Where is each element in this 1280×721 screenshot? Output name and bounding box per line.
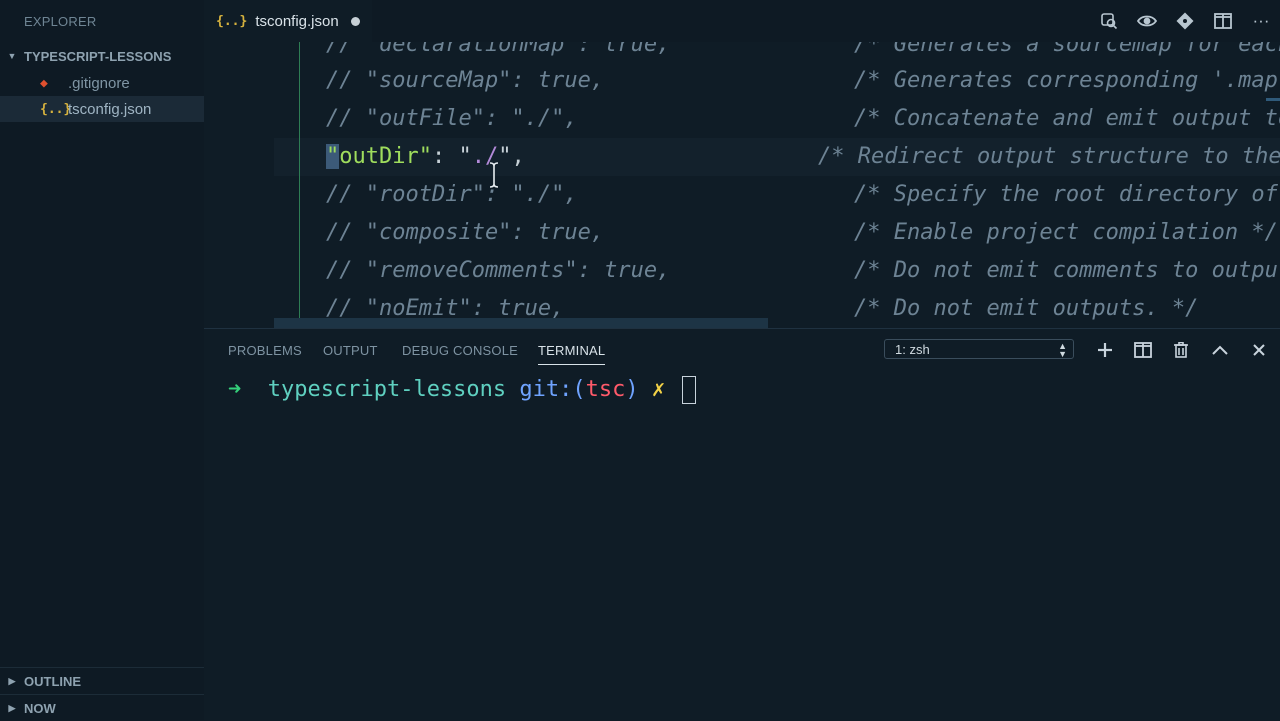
open-changes-icon[interactable]: [1090, 0, 1128, 42]
file-label: .gitignore: [68, 74, 130, 92]
code-line: // "sourceMap": true,: [326, 68, 605, 93]
code-line: // "removeComments": true,: [326, 258, 671, 283]
indent-guide: [299, 42, 300, 328]
terminal-prompt[interactable]: ➜ typescript-lessons git:(tsc) ✗: [228, 375, 697, 405]
code-line: // "rootDir": "./",: [326, 182, 578, 207]
code-line: // "outFile": "./",: [326, 106, 578, 131]
file-gitignore[interactable]: ◆ .gitignore: [0, 70, 204, 96]
close-icon[interactable]: [1247, 339, 1271, 361]
unsaved-dot-icon[interactable]: [350, 16, 360, 26]
more-actions-icon[interactable]: ···: [1242, 0, 1280, 42]
tab-tsconfig[interactable]: {..} tsconfig.json: [204, 0, 372, 42]
chevron-right-icon: ▶: [8, 675, 16, 686]
terminal-cursor: [682, 376, 697, 404]
json-key-quote: ": [418, 144, 432, 169]
split-editor-icon[interactable]: [1204, 0, 1242, 42]
json-file-icon: {..}: [216, 13, 248, 29]
tab-terminal[interactable]: TERMINAL: [538, 343, 606, 365]
editor-actions: ···: [1090, 0, 1280, 42]
code-line: // "declarationMap": true,: [326, 42, 671, 57]
bottom-panel: PROBLEMS OUTPUT DEBUG CONSOLE TERMINAL 1…: [204, 328, 1280, 721]
overview-ruler-mark: [1266, 98, 1280, 101]
new-terminal-icon[interactable]: [1093, 339, 1117, 361]
json-comma: ,: [511, 144, 525, 169]
tab-output[interactable]: OUTPUT: [323, 343, 378, 358]
code-comment: /* Do not emit comments to output.: [854, 258, 1280, 283]
git-file-icon: ◆: [40, 75, 48, 91]
code-comment: /* Generates corresponding '.map': [854, 68, 1280, 93]
prompt-arrow-icon: ➜: [228, 377, 242, 402]
file-tsconfig[interactable]: {..} tsconfig.json: [0, 96, 204, 122]
chevron-right-icon: ▶: [8, 702, 16, 713]
file-label: tsconfig.json: [68, 100, 152, 118]
prompt-branch: tsc: [585, 377, 626, 402]
folder-typescript-lessons[interactable]: ▼ TYPESCRIPT-LESSONS: [0, 46, 204, 66]
git-compare-icon[interactable]: [1166, 0, 1204, 42]
code-comment: /* Enable project compilation */: [854, 220, 1278, 245]
outline-section[interactable]: ▶ OUTLINE: [0, 667, 204, 694]
prompt-git-close: ): [625, 377, 639, 402]
prompt-directory: typescript-lessons: [267, 377, 507, 402]
folder-label: TYPESCRIPT-LESSONS: [24, 48, 172, 64]
tab-debug-console[interactable]: DEBUG CONSOLE: [402, 343, 518, 358]
selected-quote: ": [326, 144, 340, 169]
terminal-select[interactable]: 1: zsh ▲ ▼: [884, 339, 1074, 359]
code-comment: /* Do not emit outputs. */: [854, 296, 1199, 321]
json-key: outDir: [339, 144, 419, 169]
horizontal-scrollbar[interactable]: [274, 318, 768, 328]
tab-bar: {..} tsconfig.json ···: [204, 0, 1280, 42]
now-section[interactable]: ▶ NOW: [0, 694, 204, 721]
split-terminal-icon[interactable]: [1131, 339, 1155, 361]
dirty-mark-icon: ✗: [651, 377, 666, 402]
prompt-git: git:(: [519, 377, 586, 402]
code-comment: /* Generates a sourcemap for each: [854, 42, 1280, 57]
chevron-down-icon: ▼: [7, 51, 17, 61]
text-cursor-icon: [487, 162, 501, 188]
select-arrows-icon: ▲ ▼: [1058, 341, 1067, 359]
json-file-icon: {..}: [40, 101, 72, 117]
json-value-quote: ": [458, 144, 472, 169]
code-comment: /* Concatenate and emit output to: [854, 106, 1280, 131]
code-editor[interactable]: // "declarationMap": true, /* Generates …: [204, 42, 1280, 328]
trash-icon[interactable]: [1169, 339, 1193, 361]
code-comment: /* Redirect output structure to the d: [818, 144, 1280, 169]
chevron-up-icon[interactable]: [1208, 339, 1232, 361]
tab-problems[interactable]: PROBLEMS: [228, 343, 302, 358]
code-line: // "composite": true,: [326, 220, 605, 245]
json-colon: :: [431, 144, 459, 169]
terminal-select-value: 1: zsh: [895, 341, 930, 357]
preview-eye-icon[interactable]: [1128, 0, 1166, 42]
section-label: NOW: [24, 700, 56, 716]
sidebar: EXPLORER ▼ TYPESCRIPT-LESSONS ◆ .gitigno…: [0, 0, 204, 720]
tab-label: tsconfig.json: [255, 12, 339, 30]
section-label: OUTLINE: [24, 673, 82, 689]
code-comment: /* Specify the root directory of i: [854, 182, 1280, 207]
explorer-title: EXPLORER: [24, 14, 97, 29]
